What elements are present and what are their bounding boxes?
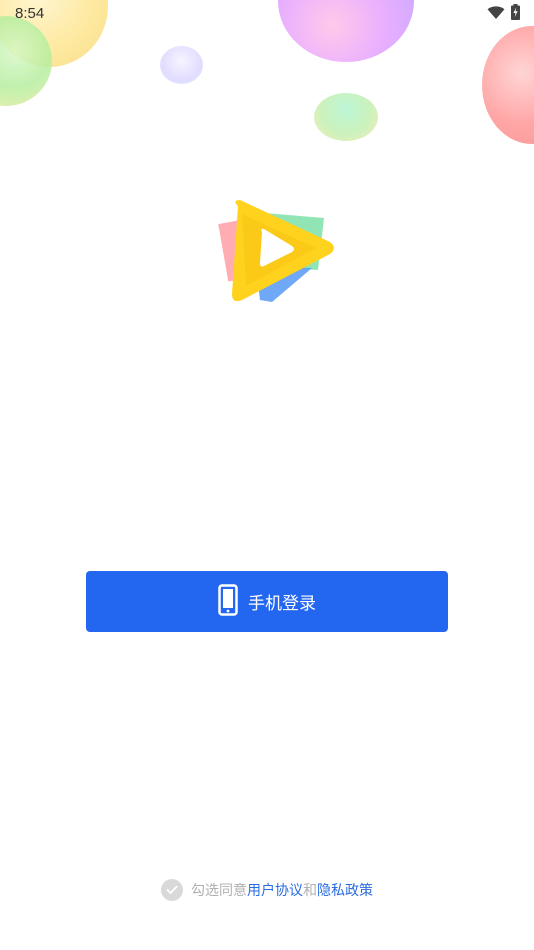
battery-charging-icon [511, 4, 520, 24]
agreement-row: 勾选同意 用户协议 和 隐私政策 [0, 879, 534, 901]
mobile-phone-icon [218, 583, 238, 620]
agreement-prefix: 勾选同意 [191, 882, 247, 898]
check-icon [166, 885, 178, 894]
status-time: 8:54 [15, 5, 45, 22]
login-screen: 8:54 手机登录 勾选同意 用户协议 和 隐私政策 [0, 0, 534, 950]
privacy-policy-link[interactable]: 隐私政策 [317, 880, 373, 900]
agreement-checkbox[interactable] [161, 879, 183, 901]
decorative-bubble-mint [314, 93, 378, 141]
decorative-bubble-pink [482, 26, 534, 144]
phone-login-button[interactable]: 手机登录 [86, 571, 448, 632]
app-logo [212, 196, 340, 308]
decorative-bubble-purple [278, 0, 414, 62]
status-icons [487, 4, 520, 24]
user-agreement-link[interactable]: 用户协议 [247, 880, 303, 900]
phone-login-label: 手机登录 [248, 594, 316, 613]
agreement-conjunction: 和 [303, 882, 317, 898]
decorative-bubble-lavender [160, 46, 203, 84]
wifi-icon [487, 5, 505, 24]
